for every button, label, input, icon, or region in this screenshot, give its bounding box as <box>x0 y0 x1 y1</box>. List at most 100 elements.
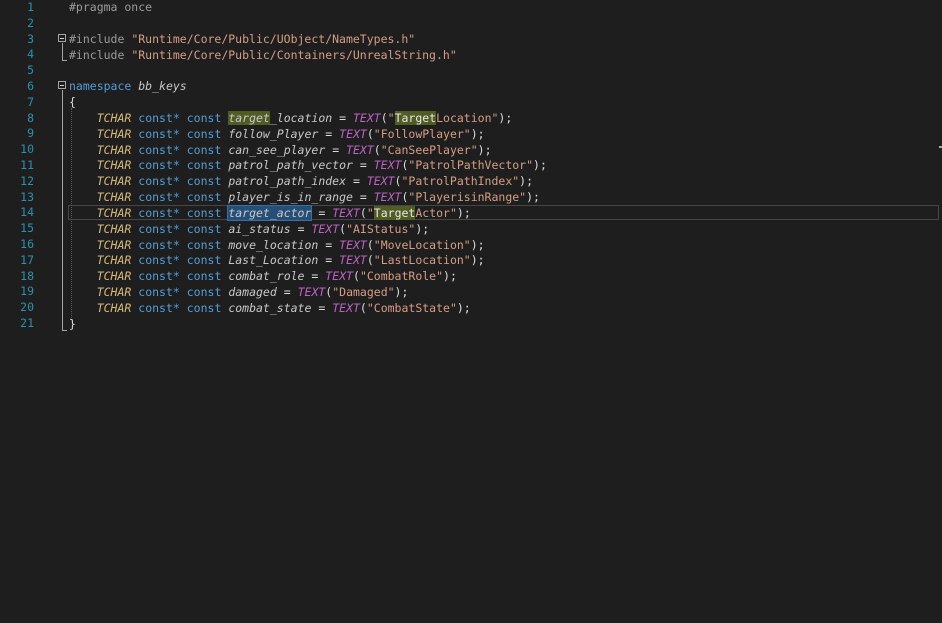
code-line-6[interactable]: namespace bb_keys <box>69 78 187 94</box>
code-line-20[interactable]: TCHAR const* const combat_state = TEXT("… <box>69 300 471 316</box>
string-value: "FollowPlayer" <box>373 127 471 141</box>
variable-name: Last_Location <box>228 253 319 267</box>
type-name: TCHAR <box>96 222 132 236</box>
include-path: "Runtime/Core/Public/Containers/UnrealSt… <box>131 48 457 62</box>
close-paren: ); <box>533 158 547 172</box>
variable-name: follow_Player <box>228 127 319 141</box>
string-value: "CombatRole" <box>359 269 444 283</box>
fold-toggle-icon[interactable] <box>58 81 66 89</box>
code-line-21[interactable]: } <box>69 316 76 332</box>
fold-toggle-icon[interactable] <box>58 34 66 42</box>
text-macro: TEXT <box>366 174 395 188</box>
text-macro: TEXT <box>332 301 360 315</box>
type-name: TCHAR <box>96 111 132 125</box>
code-editor[interactable]: 1 2 3 4 5 6 7 8 9 10 11 12 13 14 15 16 17 18 19 20 21 #pragm… <box>0 0 942 623</box>
close-paren: ); <box>443 269 457 283</box>
code-line-18[interactable]: TCHAR const* const combat_role = TEXT("C… <box>69 268 457 284</box>
code-line-11[interactable]: TCHAR const* const patrol_path_vector = … <box>69 157 547 173</box>
line-number-gutter: 1 2 3 4 5 6 7 8 9 10 11 12 13 14 15 16 17 18 19 20 21 <box>0 0 52 623</box>
code-line-13[interactable]: TCHAR const* const player_is_in_range = … <box>69 189 540 205</box>
type-name: TCHAR <box>96 238 132 252</box>
code-line-12[interactable]: TCHAR const* const patrol_path_index = T… <box>69 173 533 189</box>
assign-operator: = <box>359 158 367 172</box>
code-line-17[interactable]: TCHAR const* const Last_Location = TEXT(… <box>69 252 485 268</box>
text-macro: TEXT <box>297 285 326 299</box>
fold-guide-line <box>62 43 63 60</box>
open-paren: ( <box>359 206 367 220</box>
variable-name: combat_state <box>228 301 312 315</box>
code-line-7[interactable]: { <box>69 94 76 110</box>
code-line-10[interactable]: TCHAR const* const can_see_player = TEXT… <box>69 142 492 158</box>
line-number: 17 <box>20 252 34 267</box>
line-number: 8 <box>27 110 34 125</box>
const-pointer: const* <box>138 253 180 267</box>
line-number: 12 <box>20 173 34 188</box>
string-value: "PlayerisinRange" <box>408 190 527 204</box>
const-keyword: const <box>186 127 222 141</box>
variable-name: combat_role <box>228 269 305 283</box>
string-highlight: Target <box>394 111 437 125</box>
const-pointer: const* <box>138 158 180 172</box>
code-line-15[interactable]: TCHAR const* const ai_status = TEXT("AIS… <box>69 221 429 237</box>
const-pointer: const* <box>138 143 180 157</box>
code-line-19[interactable]: TCHAR const* const damaged = TEXT("Damag… <box>69 284 409 300</box>
variable-name: player_is_in_range <box>228 190 353 204</box>
include-directive: #include <box>69 48 125 62</box>
text-macro: TEXT <box>311 222 340 236</box>
code-line-8[interactable]: TCHAR const* const target_location = TEX… <box>69 110 512 126</box>
code-line-14[interactable]: TCHAR const* const target_actor = TEXT("… <box>69 205 471 221</box>
code-line-1[interactable]: #pragma once <box>69 0 152 15</box>
close-paren: ); <box>526 190 540 204</box>
assign-operator: = <box>311 269 319 283</box>
type-name: TCHAR <box>96 174 132 188</box>
string-quote: " <box>387 111 395 125</box>
string-value: "MoveLocation" <box>373 238 471 252</box>
code-line-9[interactable]: TCHAR const* const follow_Player = TEXT(… <box>69 126 485 142</box>
close-paren: ); <box>456 301 471 315</box>
variable-name: ai_status <box>228 222 291 236</box>
line-number: 2 <box>27 15 34 30</box>
open-paren: ( <box>366 238 374 252</box>
string-value: Actor" <box>415 206 457 220</box>
type-name: TCHAR <box>96 190 132 204</box>
line-number: 5 <box>27 63 34 78</box>
code-line-16[interactable]: TCHAR const* const move_location = TEXT(… <box>69 237 485 253</box>
include-directive: #include <box>69 32 125 46</box>
assign-operator: = <box>359 190 367 204</box>
text-macro: TEXT <box>373 190 402 204</box>
line-number: 3 <box>27 31 34 46</box>
const-keyword: const <box>186 285 222 299</box>
close-paren: ); <box>470 238 485 252</box>
line-number: 10 <box>20 142 34 157</box>
const-keyword: const <box>186 111 222 125</box>
const-keyword: const <box>186 222 222 236</box>
assign-operator: = <box>318 301 326 315</box>
const-keyword: const <box>186 238 222 252</box>
type-name: TCHAR <box>96 253 132 267</box>
open-paren: ( <box>373 143 381 157</box>
const-keyword: const <box>186 269 222 283</box>
string-value: "LastLocation" <box>373 253 471 267</box>
close-paren: ); <box>519 174 534 188</box>
variable-name: patrol_path_vector <box>228 158 353 172</box>
variable-name: can_see_player <box>228 143 326 157</box>
const-keyword: const <box>186 301 222 315</box>
string-value: "PatrolPathVector" <box>408 158 534 172</box>
close-paren: ); <box>394 285 409 299</box>
variable-name: _location <box>269 111 333 125</box>
line-number: 6 <box>27 79 34 93</box>
const-pointer: const* <box>138 111 180 125</box>
fold-guide-end <box>62 330 67 331</box>
close-brace: } <box>69 317 76 331</box>
assign-operator: = <box>318 206 326 220</box>
assign-operator: = <box>332 143 340 157</box>
line-number: 7 <box>27 94 34 109</box>
const-keyword: const <box>186 174 222 188</box>
text-macro: TEXT <box>339 253 367 267</box>
line-number: 16 <box>20 237 34 251</box>
code-line-4[interactable]: #include "Runtime/Core/Public/Containers… <box>69 47 457 63</box>
variable-name: patrol_path_index <box>228 174 347 188</box>
close-paren: ); <box>415 222 430 236</box>
code-line-3[interactable]: #include "Runtime/Core/Public/UObject/Na… <box>69 31 415 47</box>
line-number: 1 <box>27 0 34 14</box>
